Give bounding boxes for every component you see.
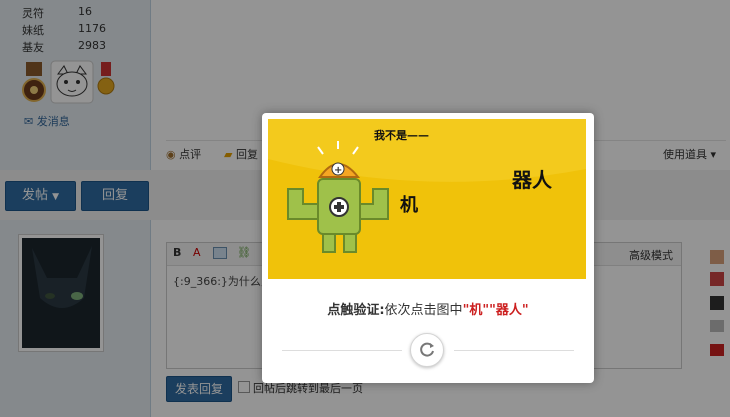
instruction-text: 依次点击图中 (384, 303, 463, 318)
slider-track (454, 350, 574, 351)
instruction-prefix: 点触验证: (327, 303, 385, 318)
captcha-dialog: + 我不是—— 机 器人 点触验证:依次点击图中"机""器人" (262, 113, 594, 383)
refresh-icon (420, 342, 434, 357)
robot-mascot-icon: + (268, 119, 586, 279)
refresh-button[interactable] (410, 333, 444, 367)
instruction-targets: "机""器人" (462, 303, 529, 318)
svg-text:+: + (334, 165, 342, 176)
captcha-instruction: 点触验证:依次点击图中"机""器人" (262, 299, 594, 318)
captcha-title-text: 我不是—— (374, 129, 429, 142)
slider-track (282, 350, 402, 351)
captcha-image[interactable]: + 我不是—— 机 器人 (268, 119, 586, 279)
captcha-char-ji[interactable]: 机 (400, 191, 418, 217)
captcha-char-qiren[interactable]: 器人 (512, 164, 552, 193)
